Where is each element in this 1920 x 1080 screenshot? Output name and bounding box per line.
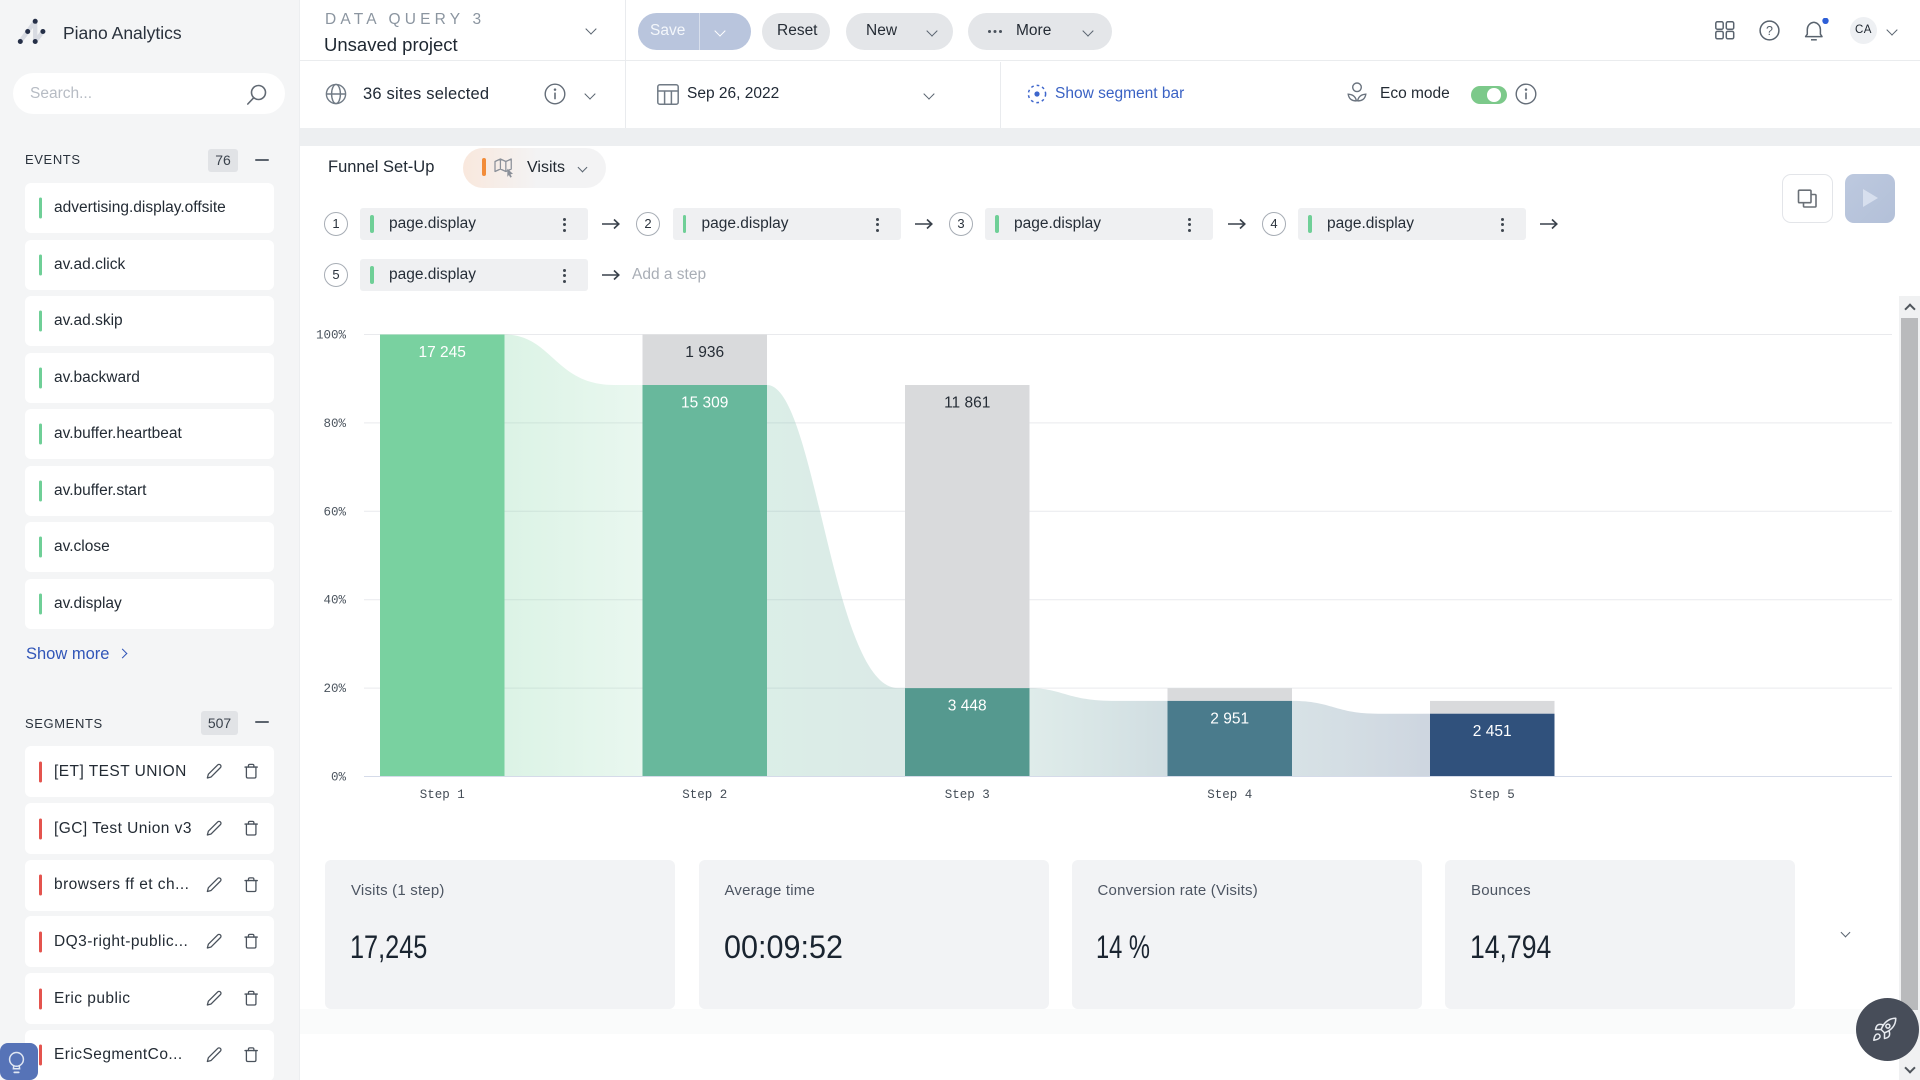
svg-text:3 448: 3 448 <box>948 698 987 715</box>
svg-text:?: ? <box>1766 24 1773 38</box>
svg-text:17 245: 17 245 <box>418 344 465 361</box>
svg-text:Step 4: Step 4 <box>1207 788 1252 802</box>
svg-text:40%: 40% <box>323 594 346 608</box>
svg-text:1 936: 1 936 <box>685 344 724 361</box>
svg-text:20%: 20% <box>323 682 346 696</box>
svg-text:100%: 100% <box>316 329 347 343</box>
svg-text:2 451: 2 451 <box>1473 723 1512 740</box>
svg-text:11 861: 11 861 <box>944 395 990 412</box>
svg-text:Step 1: Step 1 <box>420 788 465 802</box>
svg-text:15 309: 15 309 <box>681 395 728 412</box>
svg-text:Step 2: Step 2 <box>682 788 727 802</box>
svg-text:Step 5: Step 5 <box>1470 788 1515 802</box>
svg-text:80%: 80% <box>323 417 346 431</box>
svg-text:2 951: 2 951 <box>1210 711 1249 728</box>
svg-text:60%: 60% <box>323 505 346 519</box>
svg-text:Step 3: Step 3 <box>945 788 990 802</box>
svg-text:0%: 0% <box>331 771 347 785</box>
